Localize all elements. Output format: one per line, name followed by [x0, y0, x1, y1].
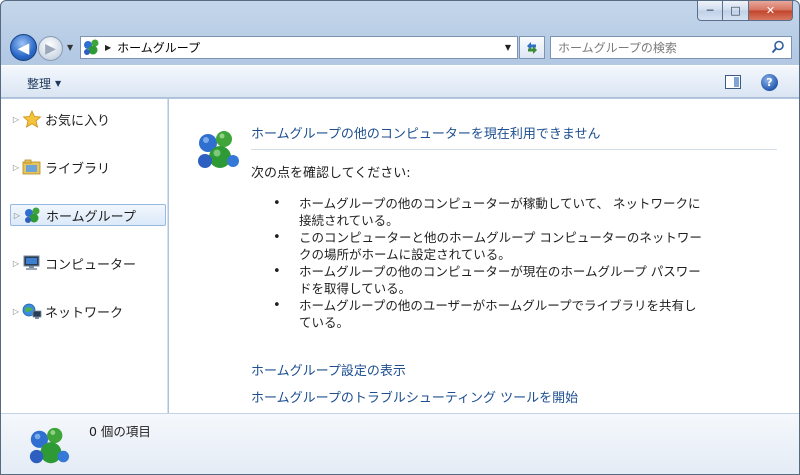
homegroup-icon: [23, 206, 43, 224]
forward-button[interactable]: ▶: [38, 36, 63, 61]
homegroup-icon: [193, 127, 243, 173]
nav-item-label: お気に入り: [45, 113, 111, 129]
refresh-button[interactable]: [519, 36, 545, 59]
nav-item-computer[interactable]: ▷ コンピューター: [10, 252, 166, 274]
star-icon: [22, 110, 42, 128]
recent-pages-button[interactable]: ▼: [67, 43, 73, 52]
address-bar[interactable]: ▶ ホームグループ ▼: [80, 36, 518, 59]
chevron-down-icon: ▼: [55, 79, 62, 88]
search-icon[interactable]: [771, 40, 785, 57]
expand-arrow-icon[interactable]: ▷: [10, 115, 22, 124]
nav-item-favorites[interactable]: ▷ お気に入り: [10, 108, 166, 130]
navigation-pane: ▷ お気に入り ▷ ライブラリ ▷ ホームグループ ▷ コンピューター ▷ ネッ…: [1, 99, 168, 413]
view-homegroup-settings-link[interactable]: ホームグループ設定の表示: [251, 360, 406, 379]
refresh-icon: [527, 41, 537, 54]
nav-item-label: ホームグループ: [46, 209, 136, 225]
expand-arrow-icon[interactable]: ▷: [10, 307, 22, 316]
explorer-window: ─ □ ✕ ◀ ▶ ▼ ▶ ホームグループ ▼ ホームグループの検索 整理 ▼ …: [0, 0, 800, 475]
computer-icon: [22, 254, 42, 272]
homegroup-icon: [25, 424, 73, 468]
caption-buttons: ─ □ ✕: [697, 1, 793, 21]
minimize-button[interactable]: ─: [697, 1, 723, 21]
nav-item-network[interactable]: ▷ ネットワーク: [10, 300, 166, 322]
list-item: ホームグループの他のコンピューターが稼動していて、 ネットワークに接続されている…: [273, 195, 703, 229]
divider: [251, 149, 777, 150]
search-box[interactable]: [550, 36, 792, 59]
nav-item-libraries[interactable]: ▷ ライブラリ: [10, 156, 166, 178]
list-item: ホームグループの他のコンピューターが現在のホームグループ パスワードを取得してい…: [273, 263, 703, 297]
expand-arrow-icon[interactable]: ▷: [10, 163, 22, 172]
organize-label: 整理: [27, 77, 52, 91]
check-instructions-title: 次の点を確認してください:: [251, 166, 411, 181]
command-bar: 整理 ▼ ?: [1, 65, 799, 98]
homegroup-unavailable-heading: ホームグループの他のコンピューターを現在利用できません: [251, 127, 601, 142]
preview-pane-button[interactable]: [725, 75, 741, 89]
main-content: ホームグループの他のコンピューターを現在利用できません 次の点を確認してください…: [169, 99, 799, 413]
breadcrumb-homegroup[interactable]: ホームグループ: [117, 39, 200, 56]
nav-item-homegroup[interactable]: ▷ ホームグループ: [10, 204, 166, 226]
list-item: このコンピューターと他のホームグループ コンピューターのネットワークの場所がホー…: [273, 229, 703, 263]
library-icon: [22, 158, 42, 176]
organize-button[interactable]: 整理 ▼: [27, 75, 61, 92]
nav-item-label: ライブラリ: [45, 161, 111, 177]
start-homegroup-troubleshooter-link[interactable]: ホームグループのトラブルシューティング ツールを開始: [251, 387, 578, 406]
nav-item-label: ネットワーク: [45, 305, 124, 321]
list-item: ホームグループの他のユーザーがホームグループでライブラリを共有している。: [273, 297, 703, 331]
homegroup-icon: [81, 37, 103, 58]
breadcrumb-separator-icon[interactable]: ▶: [105, 43, 111, 52]
details-pane: 0 個の項目: [1, 413, 799, 474]
check-list: ホームグループの他のコンピューターが稼動していて、 ネットワークに接続されている…: [273, 195, 703, 331]
back-button[interactable]: ◀: [10, 34, 37, 61]
expand-arrow-icon[interactable]: ▷: [11, 211, 23, 220]
help-button[interactable]: ?: [761, 74, 778, 91]
navigation-bar: ◀ ▶ ▼ ▶ ホームグループ ▼: [1, 31, 799, 63]
expand-arrow-icon[interactable]: ▷: [10, 259, 22, 268]
close-button[interactable]: ✕: [749, 1, 793, 21]
nav-item-label: コンピューター: [45, 257, 137, 273]
item-count: 0 個の項目: [89, 424, 151, 439]
network-icon: [22, 302, 42, 320]
maximize-button[interactable]: □: [723, 1, 749, 21]
search-input[interactable]: [558, 40, 758, 55]
address-dropdown-icon[interactable]: ▼: [505, 43, 511, 52]
